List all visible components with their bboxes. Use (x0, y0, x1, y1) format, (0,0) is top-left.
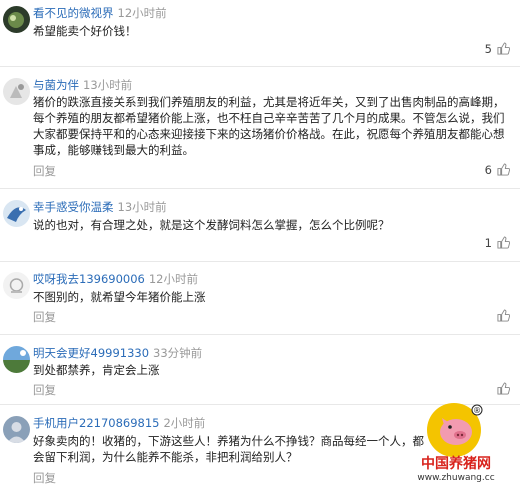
like-count: 1 (484, 236, 492, 250)
comment-meta: 看不见的微视界 12小时前 (33, 6, 167, 20)
pig-logo-icon: ® 中国养猪网 www.zhuwang.cc (417, 403, 495, 483)
comment-text: 不图别的，就希望今年猪价能上涨 (33, 290, 206, 304)
reply-button[interactable]: 回复 (33, 382, 56, 398)
thumbs-up-icon[interactable] (497, 236, 510, 249)
reply-button[interactable]: 回复 (33, 309, 56, 325)
timestamp: 33分钟前 (153, 346, 203, 360)
comment-meta: 手机用户22170869815 2小时前 (33, 416, 205, 430)
site-logo: ® 中国养猪网 www.zhuwang.cc (398, 400, 514, 483)
avatar[interactable] (3, 78, 30, 105)
divider (0, 66, 520, 67)
username[interactable]: 幸手惑受你温柔 (33, 200, 114, 214)
thumbs-up-icon[interactable] (497, 309, 510, 322)
divider (0, 261, 520, 262)
timestamp: 12小时前 (148, 272, 198, 286)
comment-actions: 回复 (33, 382, 514, 398)
username[interactable]: 明天会更好49991330 (33, 346, 149, 360)
registered-mark: ® (473, 406, 481, 415)
reply-button[interactable]: 回复 (33, 470, 56, 486)
avatar[interactable] (3, 6, 30, 33)
comment-actions: 回复 (33, 309, 514, 325)
comment-item: 与菌为伴 13小时前 猪价的跌涨直接关系到我们养殖朋友的利益，尤其是将近年关，又到… (0, 72, 520, 182)
timestamp: 12小时前 (117, 6, 167, 20)
logo-url: www.zhuwang.cc (417, 473, 494, 482)
logo-text: 中国养猪网 (421, 455, 491, 472)
divider (0, 334, 520, 335)
like-count: 6 (484, 163, 492, 177)
timestamp: 13小时前 (83, 78, 133, 92)
comment-actions: 回复 6 (33, 163, 514, 179)
comment-meta: 与菌为伴 13小时前 (33, 78, 132, 92)
comment-text: 到处都禁养，肯定会上涨 (33, 363, 160, 377)
comment-text: 好象卖肉的！收猪的，下游这些人！养猪为什么不挣钱？商品每经一个人，都会留下利润，… (33, 434, 424, 464)
avatar[interactable] (3, 346, 30, 373)
avatar[interactable] (3, 200, 30, 227)
avatar[interactable] (3, 416, 30, 443)
comment-meta: 明天会更好49991330 33分钟前 (33, 346, 202, 360)
username[interactable]: 看不见的微视界 (33, 6, 114, 20)
comment-item: 幸手惑受你温柔 13小时前 说的也对，有合理之处，就是这个发酵饲料怎么掌握，怎么个… (0, 194, 520, 256)
username[interactable]: 哎呀我去139690006 (33, 272, 145, 286)
comment-item: 哎呀我去139690006 12小时前 不图别的，就希望今年猪价能上涨 回复 (0, 266, 520, 328)
comment-actions: 1 (33, 236, 514, 250)
comment-item: 看不见的微视界 12小时前 希望能卖个好价钱！ 5 (0, 0, 520, 62)
comment-text: 猪价的跌涨直接关系到我们养殖朋友的利益，尤其是将近年关，又到了出售肉制品的高峰期… (33, 95, 505, 157)
comment-actions: 回复 (33, 470, 390, 486)
avatar[interactable] (3, 272, 30, 299)
comment-text: 希望能卖个好价钱！ (33, 24, 137, 38)
thumbs-up-icon[interactable] (497, 382, 510, 395)
comment-meta: 幸手惑受你温柔 13小时前 (33, 200, 167, 214)
comment-text: 说的也对，有合理之处，就是这个发酵饲料怎么掌握，怎么个比例呢？ (33, 218, 390, 232)
comment-actions: 5 (33, 42, 514, 56)
like-count: 5 (484, 42, 492, 56)
username[interactable]: 与菌为伴 (33, 78, 79, 92)
username[interactable]: 手机用户22170869815 (33, 416, 159, 430)
comment-meta: 哎呀我去139690006 12小时前 (33, 272, 198, 286)
reply-button[interactable]: 回复 (33, 163, 56, 179)
divider (0, 188, 520, 189)
comment-item: 明天会更好49991330 33分钟前 到处都禁养，肯定会上涨 回复 (0, 340, 520, 402)
timestamp: 2小时前 (163, 416, 206, 430)
thumbs-up-icon[interactable] (497, 163, 510, 176)
timestamp: 13小时前 (117, 200, 167, 214)
thumbs-up-icon[interactable] (497, 42, 510, 55)
